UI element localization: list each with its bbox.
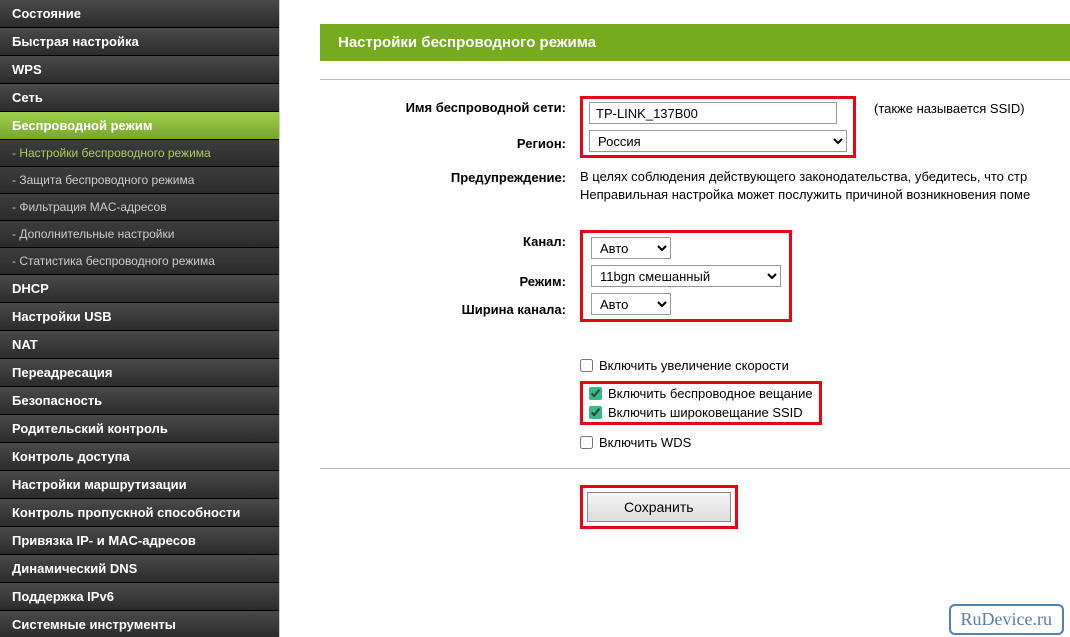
menu-wps[interactable]: WPS <box>0 56 279 84</box>
highlight-channel-group: Авто 11bgn смешанный Авто <box>580 230 792 322</box>
sidebar: Состояние Быстрая настройка WPS Сеть Бес… <box>0 0 280 637</box>
menu-network[interactable]: Сеть <box>0 84 279 112</box>
checkbox-row-radio: Включить беспроводное вещание <box>589 386 813 401</box>
ssid-input[interactable] <box>589 102 837 124</box>
page-title: Настройки беспроводного режима <box>320 24 1070 61</box>
checkbox-row-ssid: Включить широковещание SSID <box>589 405 813 420</box>
menu-parental[interactable]: Родительский контроль <box>0 415 279 443</box>
checkbox-radio[interactable] <box>589 387 602 400</box>
menu-ipmac[interactable]: Привязка IP- и MAC-адресов <box>0 527 279 555</box>
warning-text: В целях соблюдения действующего законода… <box>580 166 1030 204</box>
watermark: RuDevice.ru <box>949 604 1064 635</box>
checkbox-speed-label: Включить увеличение скорости <box>599 358 789 373</box>
checkbox-wds-label: Включить WDS <box>599 435 691 450</box>
sub-wireless-security[interactable]: - Защита беспроводного режима <box>0 167 279 194</box>
menu-quicksetup[interactable]: Быстрая настройка <box>0 28 279 56</box>
menu-access-control[interactable]: Контроль доступа <box>0 443 279 471</box>
menu-security[interactable]: Безопасность <box>0 387 279 415</box>
region-select[interactable]: Россия <box>589 130 847 152</box>
sub-wireless-settings[interactable]: - Настройки беспроводного режима <box>0 140 279 167</box>
separator <box>320 79 1070 80</box>
separator-bottom <box>320 468 1070 469</box>
highlight-broadcast-group: Включить беспроводное вещание Включить ш… <box>580 381 822 425</box>
checkbox-ssid-broadcast[interactable] <box>589 406 602 419</box>
highlight-ssid-region: Россия <box>580 96 856 158</box>
content: Настройки беспроводного режима Имя беспр… <box>280 0 1070 637</box>
ssid-note: (также называется SSID) <box>874 101 1025 116</box>
checkbox-radio-label: Включить беспроводное вещание <box>608 386 813 401</box>
menu-ipv6[interactable]: Поддержка IPv6 <box>0 583 279 611</box>
checkbox-row-wds: Включить WDS <box>580 435 1070 450</box>
sub-mac-filter[interactable]: - Фильтрация MAC-адресов <box>0 194 279 221</box>
highlight-save: Сохранить <box>580 485 738 529</box>
save-button[interactable]: Сохранить <box>587 492 731 522</box>
menu-ddns[interactable]: Динамический DNS <box>0 555 279 583</box>
label-channel: Канал: <box>320 230 580 249</box>
menu-bandwidth[interactable]: Контроль пропускной способности <box>0 499 279 527</box>
mode-select[interactable]: 11bgn смешанный <box>591 265 781 287</box>
width-select[interactable]: Авто <box>591 293 671 315</box>
menu-routing[interactable]: Настройки маршрутизации <box>0 471 279 499</box>
checkbox-wds[interactable] <box>580 436 593 449</box>
channel-select[interactable]: Авто <box>591 237 671 259</box>
menu-nat[interactable]: NAT <box>0 331 279 359</box>
sub-stats[interactable]: - Статистика беспроводного режима <box>0 248 279 275</box>
sub-advanced[interactable]: - Дополнительные настройки <box>0 221 279 248</box>
menu-usb[interactable]: Настройки USB <box>0 303 279 331</box>
checkbox-ssid-label: Включить широковещание SSID <box>608 405 803 420</box>
menu-status[interactable]: Состояние <box>0 0 279 28</box>
menu-wireless[interactable]: Беспроводной режим <box>0 112 279 140</box>
checkbox-row-speed: Включить увеличение скорости <box>580 358 1070 373</box>
menu-systools[interactable]: Системные инструменты <box>0 611 279 637</box>
menu-dhcp[interactable]: DHCP <box>0 275 279 303</box>
label-warning: Предупреждение: <box>320 166 580 185</box>
menu-forwarding[interactable]: Переадресация <box>0 359 279 387</box>
label-ssid: Имя беспроводной сети: <box>320 96 580 115</box>
checkbox-speed[interactable] <box>580 359 593 372</box>
